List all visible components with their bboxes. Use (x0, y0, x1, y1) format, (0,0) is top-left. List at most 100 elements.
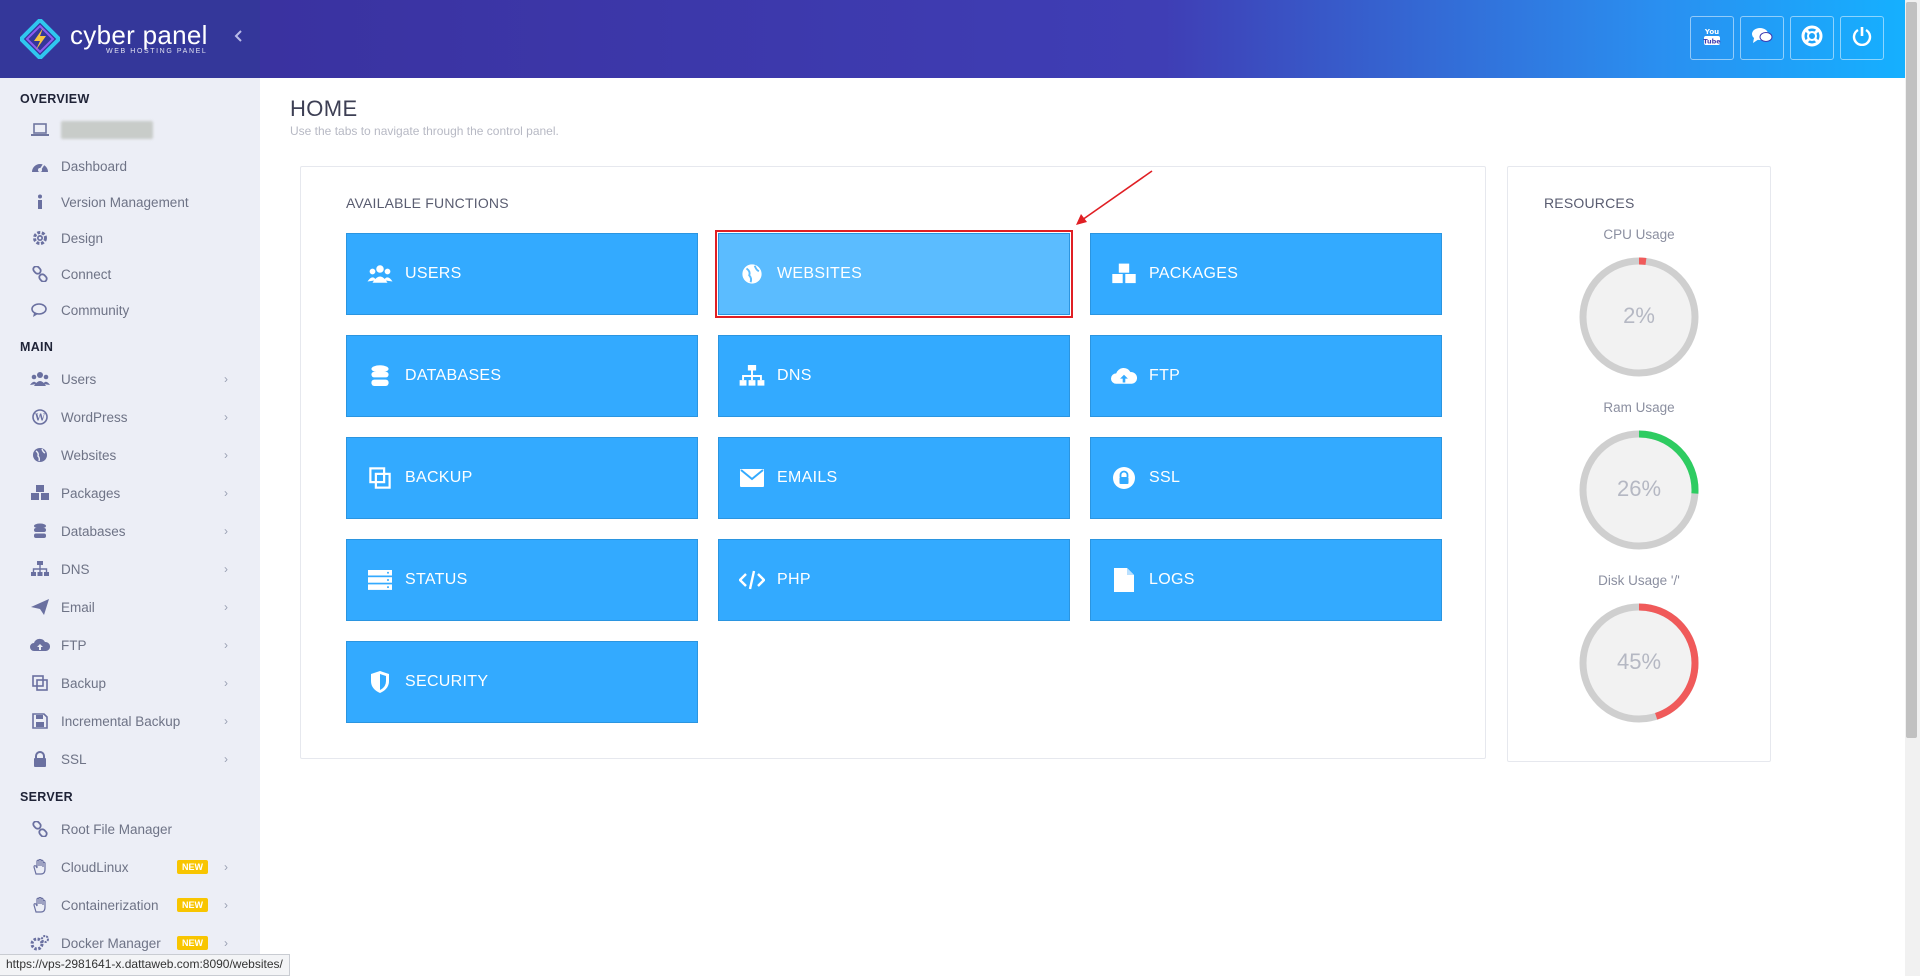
function-logs-button[interactable]: LOGS (1090, 539, 1442, 621)
sidebar-collapse-button[interactable] (234, 29, 244, 48)
function-backup-button[interactable]: BACKUP (346, 437, 698, 519)
wordpress-icon: W (30, 407, 50, 427)
disk-usage-value: 45% (1616, 649, 1662, 674)
annotation-arrow (1076, 170, 1153, 225)
available-functions-title: AVAILABLE FUNCTIONS (346, 195, 509, 211)
sidebar-item-email[interactable]: Email › (0, 588, 260, 626)
sidebar-item-label: DNS (61, 561, 90, 577)
sidebar-item-hostname[interactable] (0, 112, 260, 148)
sidebar-item-dashboard[interactable]: Dashboard (0, 148, 260, 184)
sidebar-item-label: SSL (61, 751, 87, 767)
sidebar-item-incremental-backup[interactable]: Incremental Backup › (0, 702, 260, 740)
sidebar-item-label: Connect (61, 266, 112, 282)
laptop-icon (30, 120, 50, 140)
ram-usage-value: 26% (1616, 476, 1662, 501)
top-header: You Tube (260, 0, 1905, 78)
link-icon (30, 264, 50, 284)
sidebar-item-ftp[interactable]: FTP › (0, 626, 260, 664)
function-dns-button[interactable]: DNS (718, 335, 1070, 417)
svg-text:You: You (1704, 28, 1719, 36)
cpu-usage-label: CPU Usage (1603, 227, 1675, 242)
page-scrollbar-thumb[interactable] (1906, 2, 1917, 738)
chevron-right-icon: › (224, 936, 228, 950)
function-php-button[interactable]: PHP (718, 539, 1070, 621)
lock-icon (1111, 465, 1137, 491)
function-packages-button[interactable]: PACKAGES (1090, 233, 1442, 315)
function-websites-button[interactable]: WEBSITES (715, 230, 1073, 318)
function-databases-button[interactable]: DATABASES (346, 335, 698, 417)
function-emails-button[interactable]: EMAILS (718, 437, 1070, 519)
disk-usage-label: Disk Usage '/' (1598, 573, 1680, 588)
sidebar-item-connect[interactable]: Connect (0, 256, 260, 292)
sidebar-item-version-management[interactable]: Version Management (0, 184, 260, 220)
link-icon (30, 819, 50, 839)
comments-icon (1751, 27, 1773, 50)
sidebar-item-databases[interactable]: Databases › (0, 512, 260, 550)
sidebar-item-wordpress[interactable]: W WordPress › (0, 398, 260, 436)
sidebar-item-label: Users (61, 371, 97, 387)
chevron-right-icon: › (224, 562, 228, 576)
copy-icon (30, 673, 50, 693)
sidebar-item-label: Docker Manager (61, 935, 161, 951)
function-security-button[interactable]: SECURITY (346, 641, 698, 723)
function-label: EMAILS (777, 469, 838, 486)
power-icon (1852, 26, 1872, 51)
youtube-button[interactable]: You Tube (1690, 16, 1734, 60)
brand-tagline: WEB HOSTING PANEL (106, 48, 208, 55)
link-preview-statusbar: https://vps-2981641-x.dattaweb.com:8090/… (0, 954, 290, 976)
logout-button[interactable] (1840, 16, 1884, 60)
sidebar-item-label: Databases (61, 523, 126, 539)
sidebar-item-label: CloudLinux (61, 859, 129, 875)
page-subtitle: Use the tabs to navigate through the con… (290, 124, 559, 138)
function-ftp-button[interactable]: FTP (1090, 335, 1442, 417)
sidebar-item-label: Dashboard (61, 158, 128, 174)
brand-bar: cyber panel WEB HOSTING PANEL (0, 0, 260, 78)
users-icon (30, 369, 50, 389)
ram-usage-label: Ram Usage (1603, 400, 1675, 415)
sidebar-item-ssl[interactable]: SSL › (0, 740, 260, 778)
sidebar-item-backup[interactable]: Backup › (0, 664, 260, 702)
function-label: LOGS (1149, 571, 1195, 588)
sidebar-item-dns[interactable]: DNS › (0, 550, 260, 588)
sitemap-icon (739, 363, 765, 389)
sidebar-section-server: SERVER (20, 790, 73, 804)
sidebar-item-root-file-manager[interactable]: Root File Manager (0, 810, 260, 848)
support-button[interactable] (1790, 16, 1834, 60)
chevron-right-icon: › (224, 752, 228, 766)
cyberpanel-logo-icon (18, 17, 62, 61)
new-badge: NEW (177, 936, 208, 950)
chevron-right-icon: › (224, 638, 228, 652)
function-label: BACKUP (405, 469, 473, 486)
sidebar-item-community[interactable]: Community (0, 292, 260, 328)
sidebar-item-label: Websites (61, 447, 117, 463)
function-label: DNS (777, 367, 812, 384)
function-ssl-button[interactable]: SSL (1090, 437, 1442, 519)
sidebar-item-design[interactable]: Design (0, 220, 260, 256)
resources-title: RESOURCES (1544, 195, 1635, 211)
hand-icon (30, 895, 50, 915)
chevron-right-icon: › (224, 898, 228, 912)
cubes-icon (1111, 261, 1137, 287)
server-icon (367, 567, 393, 593)
function-status-button[interactable]: STATUS (346, 539, 698, 621)
svg-text:W: W (34, 414, 46, 424)
hand-icon (30, 857, 50, 877)
sidebar-item-label: Packages (61, 485, 121, 501)
cpu-usage-value: 2% (1623, 303, 1655, 328)
chevron-right-icon: › (224, 714, 228, 728)
lock-icon (30, 749, 50, 769)
function-label: PHP (777, 571, 811, 588)
sidebar-item-packages[interactable]: Packages › (0, 474, 260, 512)
sidebar-item-users[interactable]: Users › (0, 360, 260, 398)
sidebar-item-cloudlinux[interactable]: CloudLinux NEW › (0, 848, 260, 886)
sidebar-item-label: Design (61, 230, 104, 246)
code-icon (739, 567, 765, 593)
sidebar-item-websites[interactable]: Websites › (0, 436, 260, 474)
sidebar-item-label: Containerization (61, 897, 159, 913)
sidebar-section-overview: OVERVIEW (20, 92, 90, 106)
sidebar-item-containerization[interactable]: Containerization NEW › (0, 886, 260, 924)
file-icon (1111, 567, 1137, 593)
function-users-button[interactable]: USERS (346, 233, 698, 315)
function-label: SECURITY (405, 673, 489, 690)
chat-button[interactable] (1740, 16, 1784, 60)
